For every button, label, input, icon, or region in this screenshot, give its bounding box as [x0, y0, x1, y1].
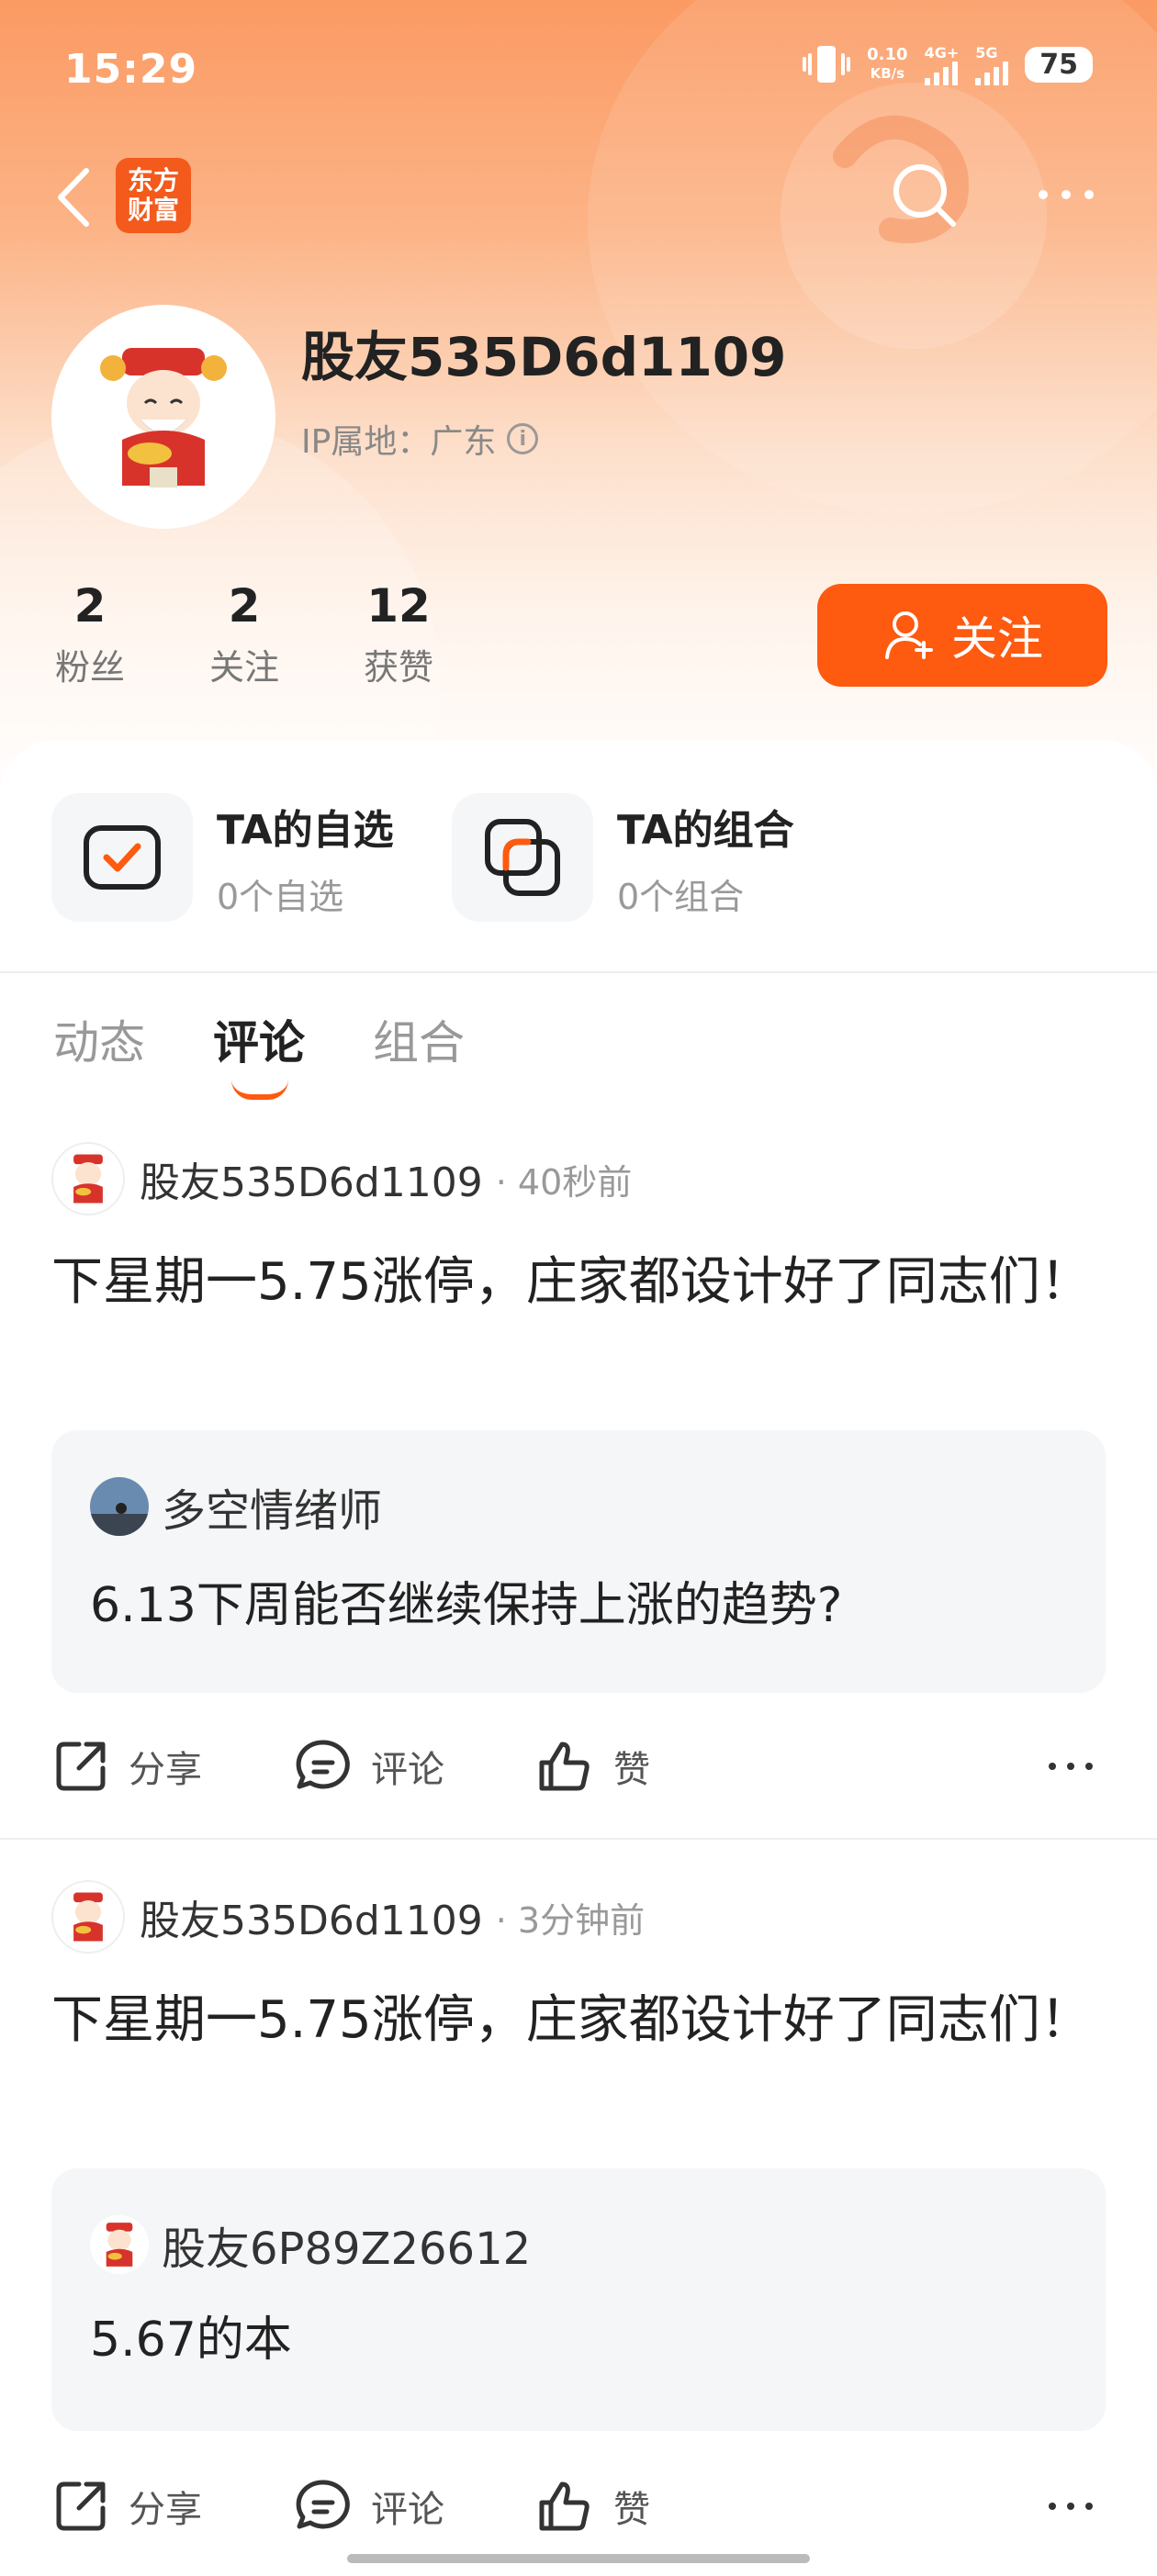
vibrate-icon: [803, 46, 851, 83]
fortune-god-avatar-icon: [100, 348, 227, 487]
quoted-post[interactable]: 股友6P89Z26612 5.67的本: [51, 2168, 1106, 2431]
like-button[interactable]: 赞: [536, 2477, 650, 2536]
like-button[interactable]: 赞: [536, 1737, 650, 1796]
post-header: 股友535D6d1109 · 40秒前: [51, 1142, 632, 1215]
battery-indicator: 75: [1025, 46, 1093, 83]
post-time: · 3分钟前: [495, 1899, 646, 1941]
post-author[interactable]: 股友535D6d1109: [140, 1149, 483, 1208]
divider: [0, 971, 1157, 973]
watchlist-icon: [51, 793, 193, 922]
tab-comments[interactable]: 评论: [213, 1006, 305, 1100]
portfolio-title: TA的组合: [617, 806, 794, 854]
quick-portfolio[interactable]: TA的组合 0个组合: [452, 793, 794, 922]
thumbs-up-icon: [539, 1742, 590, 1791]
status-icons: 0.10 KB/s 4G+ 5G 75: [803, 42, 1093, 86]
quote-author: 多空情绪师: [162, 1485, 383, 1537]
watchlist-count: 0个自选: [217, 876, 344, 917]
post-header: 股友535D6d1109 · 3分钟前: [51, 1880, 645, 1954]
quote-author: 股友6P89Z26612: [162, 2223, 532, 2275]
share-icon: [56, 1742, 106, 1791]
signal-4g: 4G+: [924, 44, 959, 85]
post-more-icon[interactable]: [1043, 2479, 1098, 2534]
search-icon[interactable]: [887, 158, 960, 231]
content-tabs: 动态 评论 组合: [53, 1006, 465, 1100]
share-icon: [56, 2481, 106, 2531]
quote-author-avatar: [90, 2215, 149, 2274]
profile-avatar[interactable]: [51, 305, 275, 529]
quote-text: 6.13下周能否继续保持上涨的趋势?: [90, 1578, 843, 1633]
ip-location: IP属地：广东 i: [301, 415, 539, 463]
post-actions: 分享 评论 赞: [51, 1730, 1107, 1803]
post-actions: 分享 评论 赞: [51, 2470, 1107, 2543]
quote-text: 5.67的本: [90, 2313, 292, 2368]
more-options-icon[interactable]: [1034, 174, 1098, 215]
back-arrow-icon[interactable]: [48, 165, 103, 230]
portfolio-icon: [452, 793, 593, 922]
follow-button[interactable]: 关注: [817, 584, 1107, 687]
status-bar: 15:29 0.10 KB/s 4G+ 5G 75: [0, 37, 1157, 110]
comment-icon: [296, 2480, 350, 2529]
app-logo: 东方 财富: [116, 158, 191, 233]
home-indicator[interactable]: [347, 2554, 810, 2563]
author-avatar[interactable]: [51, 1880, 125, 1954]
quoted-post[interactable]: 多空情绪师 6.13下周能否继续保持上涨的趋势?: [51, 1430, 1106, 1693]
comment-icon: [296, 1740, 350, 1789]
stat-fans[interactable]: 2 粉丝: [26, 578, 154, 689]
author-avatar[interactable]: [51, 1142, 125, 1215]
signal-5g: 5G: [975, 44, 1009, 85]
comment-button[interactable]: 评论: [294, 2477, 444, 2536]
status-time: 15:29: [64, 46, 198, 93]
quote-author-avatar: [90, 1477, 149, 1536]
add-user-icon: [885, 611, 933, 659]
tab-feed[interactable]: 动态: [53, 1006, 145, 1072]
portfolio-count: 0个组合: [617, 876, 745, 917]
network-speed: 0.10 KB/s: [867, 45, 908, 83]
post-more-icon[interactable]: [1043, 1739, 1098, 1794]
quick-watchlist[interactable]: TA的自选 0个自选: [51, 793, 394, 922]
post-body[interactable]: 下星期一5.75涨停，庄家都设计好了同志们！: [51, 1979, 1107, 2062]
share-button[interactable]: 分享: [51, 2477, 202, 2536]
share-button[interactable]: 分享: [51, 1737, 202, 1796]
comment-button[interactable]: 评论: [294, 1737, 444, 1796]
post-author[interactable]: 股友535D6d1109: [140, 1887, 483, 1946]
watchlist-title: TA的自选: [217, 806, 394, 854]
info-icon[interactable]: i: [507, 423, 539, 454]
divider: [0, 1838, 1157, 1840]
profile-username: 股友535D6d1109: [301, 326, 787, 388]
tab-portfolio[interactable]: 组合: [373, 1006, 465, 1072]
thumbs-up-icon: [539, 2481, 590, 2531]
post-time: · 40秒前: [495, 1161, 633, 1203]
stat-following[interactable]: 2 关注: [180, 578, 309, 689]
follow-label: 关注: [951, 612, 1043, 666]
stat-likes[interactable]: 12 获赞: [334, 578, 463, 689]
post-body[interactable]: 下星期一5.75涨停，庄家都设计好了同志们！: [51, 1241, 1107, 1324]
